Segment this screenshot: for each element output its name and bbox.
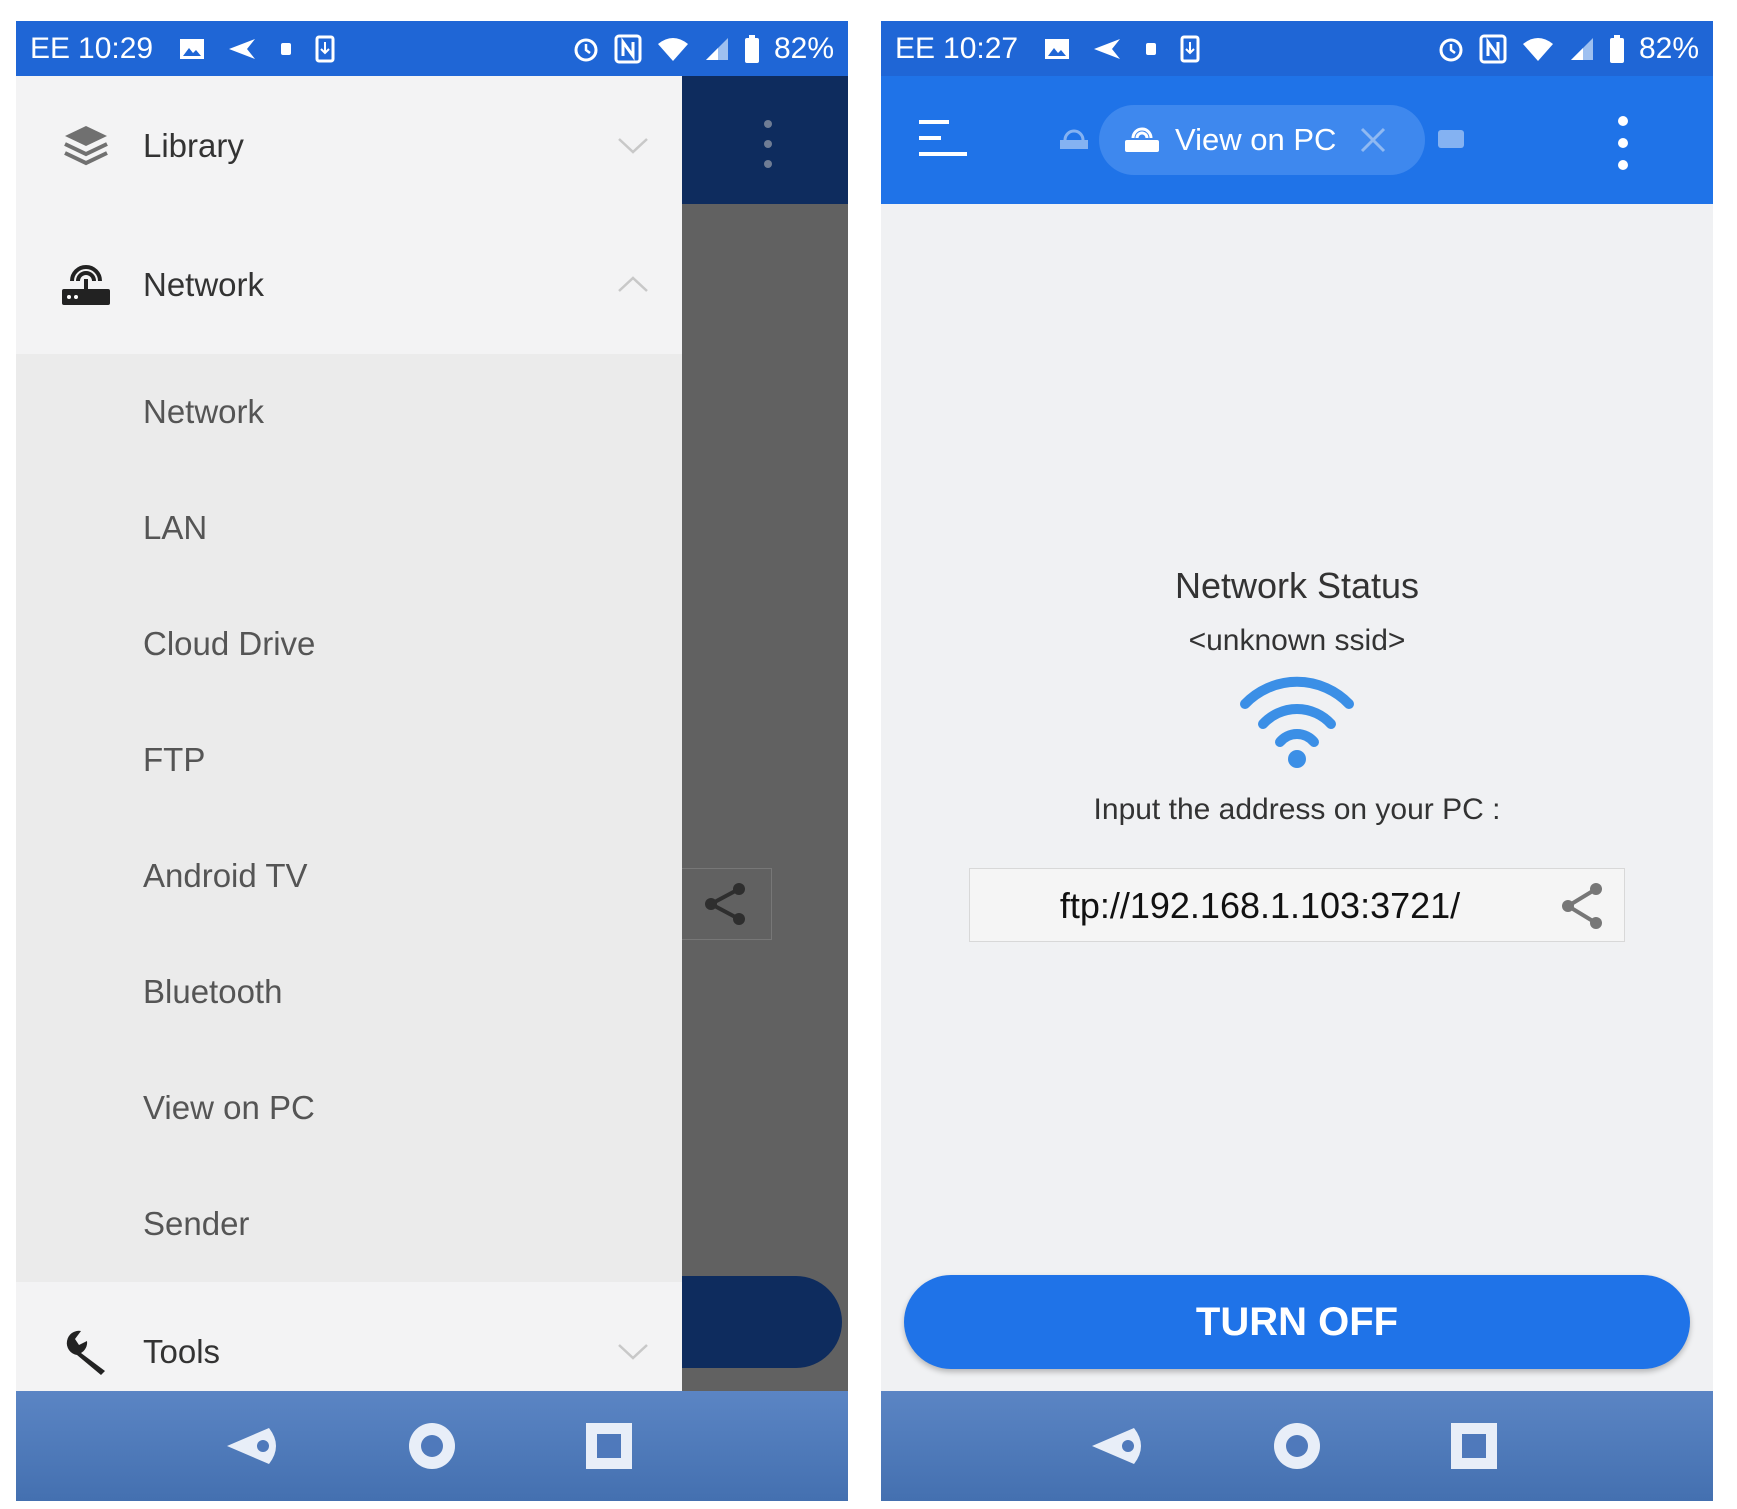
home-icon bbox=[1273, 1423, 1320, 1469]
home-button[interactable] bbox=[397, 1411, 467, 1481]
drawer-item-sender[interactable]: Sender bbox=[16, 1166, 682, 1282]
right-phone-screen: EE 10:27 82% View on PC Network Status <… bbox=[881, 21, 1713, 1501]
drawer-group-library[interactable]: Library bbox=[16, 76, 682, 215]
drawer-item-view-on-pc[interactable]: View on PC bbox=[16, 1050, 682, 1166]
view-on-pc-content: Network Status <unknown ssid> Input the … bbox=[881, 204, 1713, 1391]
background-share-box bbox=[678, 868, 772, 940]
nfc-icon bbox=[614, 34, 642, 64]
drawer-item-ftp[interactable]: FTP bbox=[16, 702, 682, 818]
nfc-icon bbox=[1479, 34, 1507, 64]
chevron-down-icon bbox=[618, 137, 648, 154]
recents-icon bbox=[586, 1423, 633, 1469]
navigation-drawer: Library Network Network LAN Cloud Drive … bbox=[16, 76, 682, 1421]
router-icon bbox=[1125, 127, 1159, 152]
status-bar: EE 10:29 82% bbox=[16, 21, 848, 76]
back-button[interactable] bbox=[220, 1411, 290, 1481]
drawer-item-network[interactable]: Network bbox=[16, 354, 682, 470]
chevron-down-icon bbox=[618, 1343, 648, 1360]
drawer-item-bluetooth[interactable]: Bluetooth bbox=[16, 934, 682, 1050]
usb-notification-icon bbox=[1144, 39, 1158, 59]
drawer-item-android-tv[interactable]: Android TV bbox=[16, 818, 682, 934]
recents-button[interactable] bbox=[1439, 1411, 1509, 1481]
share-icon bbox=[705, 883, 745, 925]
stack-layers-icon bbox=[60, 120, 112, 172]
address-field[interactable]: ftp://192.168.1.103:3721/ bbox=[969, 868, 1625, 942]
recents-icon bbox=[1451, 1423, 1498, 1469]
home-button[interactable] bbox=[1262, 1411, 1332, 1481]
app-bar: View on PC bbox=[881, 76, 1713, 204]
recents-button[interactable] bbox=[574, 1411, 644, 1481]
send-notification-icon bbox=[1092, 37, 1122, 61]
alarm-icon bbox=[572, 35, 600, 63]
background-more-icon bbox=[764, 120, 772, 168]
back-icon bbox=[226, 1428, 276, 1464]
drawer-group-label: Library bbox=[143, 126, 244, 164]
system-navigation-bar bbox=[16, 1391, 848, 1501]
home-icon bbox=[408, 1423, 455, 1469]
send-notification-icon bbox=[227, 37, 257, 61]
share-icon[interactable] bbox=[1558, 881, 1606, 931]
carrier-label: EE bbox=[895, 31, 936, 65]
battery-icon bbox=[744, 34, 760, 64]
drawer-group-label: Network bbox=[143, 265, 265, 303]
previous-tab-icon[interactable] bbox=[1059, 128, 1089, 150]
address-instruction: Input the address on your PC : bbox=[1093, 793, 1501, 826]
status-time: 10:27 bbox=[943, 31, 1019, 65]
network-status-title: Network Status bbox=[1174, 565, 1420, 606]
status-bar: EE 10:27 82% bbox=[881, 21, 1713, 76]
drawer-group-label: Tools bbox=[143, 1332, 221, 1370]
wifi-status-icon bbox=[1521, 35, 1555, 63]
next-tab-icon[interactable] bbox=[1436, 128, 1466, 150]
hamburger-menu-icon[interactable] bbox=[919, 116, 969, 162]
tab-label: View on PC bbox=[1175, 122, 1337, 157]
ftp-address[interactable]: ftp://192.168.1.103:3721/ bbox=[970, 885, 1550, 927]
left-phone-screen: EE 10:29 82% Library Network Network LAN… bbox=[16, 21, 848, 1501]
battery-percent: 82% bbox=[1638, 31, 1699, 65]
close-icon[interactable] bbox=[1359, 126, 1387, 154]
battery-icon bbox=[1609, 34, 1625, 64]
more-vert-icon[interactable] bbox=[1613, 114, 1633, 172]
alarm-icon bbox=[1437, 35, 1465, 63]
turn-off-button[interactable]: TURN OFF bbox=[904, 1275, 1690, 1369]
drawer-item-lan[interactable]: LAN bbox=[16, 470, 682, 586]
tab-view-on-pc[interactable]: View on PC bbox=[1099, 105, 1425, 175]
status-time: 10:29 bbox=[78, 31, 154, 65]
signal-icon bbox=[1569, 36, 1595, 62]
download-notification-icon bbox=[315, 35, 335, 63]
network-submenu: Network LAN Cloud Drive FTP Android TV B… bbox=[16, 354, 682, 1282]
back-icon bbox=[1091, 1428, 1141, 1464]
signal-icon bbox=[704, 36, 730, 62]
system-navigation-bar bbox=[881, 1391, 1713, 1501]
battery-percent: 82% bbox=[773, 31, 834, 65]
image-notification-icon bbox=[1044, 37, 1070, 61]
wifi-status-icon bbox=[656, 35, 690, 63]
router-icon bbox=[60, 259, 112, 311]
drawer-group-network[interactable]: Network bbox=[16, 215, 682, 354]
drawer-item-cloud-drive[interactable]: Cloud Drive bbox=[16, 586, 682, 702]
ssid-label: <unknown ssid> bbox=[1188, 624, 1406, 657]
wrench-icon bbox=[60, 1326, 112, 1378]
image-notification-icon bbox=[179, 37, 205, 61]
carrier-label: EE bbox=[30, 31, 71, 65]
usb-notification-icon bbox=[279, 39, 293, 59]
chevron-up-icon bbox=[618, 275, 648, 292]
download-notification-icon bbox=[1180, 35, 1200, 63]
back-button[interactable] bbox=[1085, 1411, 1155, 1481]
wifi-icon bbox=[1240, 676, 1354, 768]
